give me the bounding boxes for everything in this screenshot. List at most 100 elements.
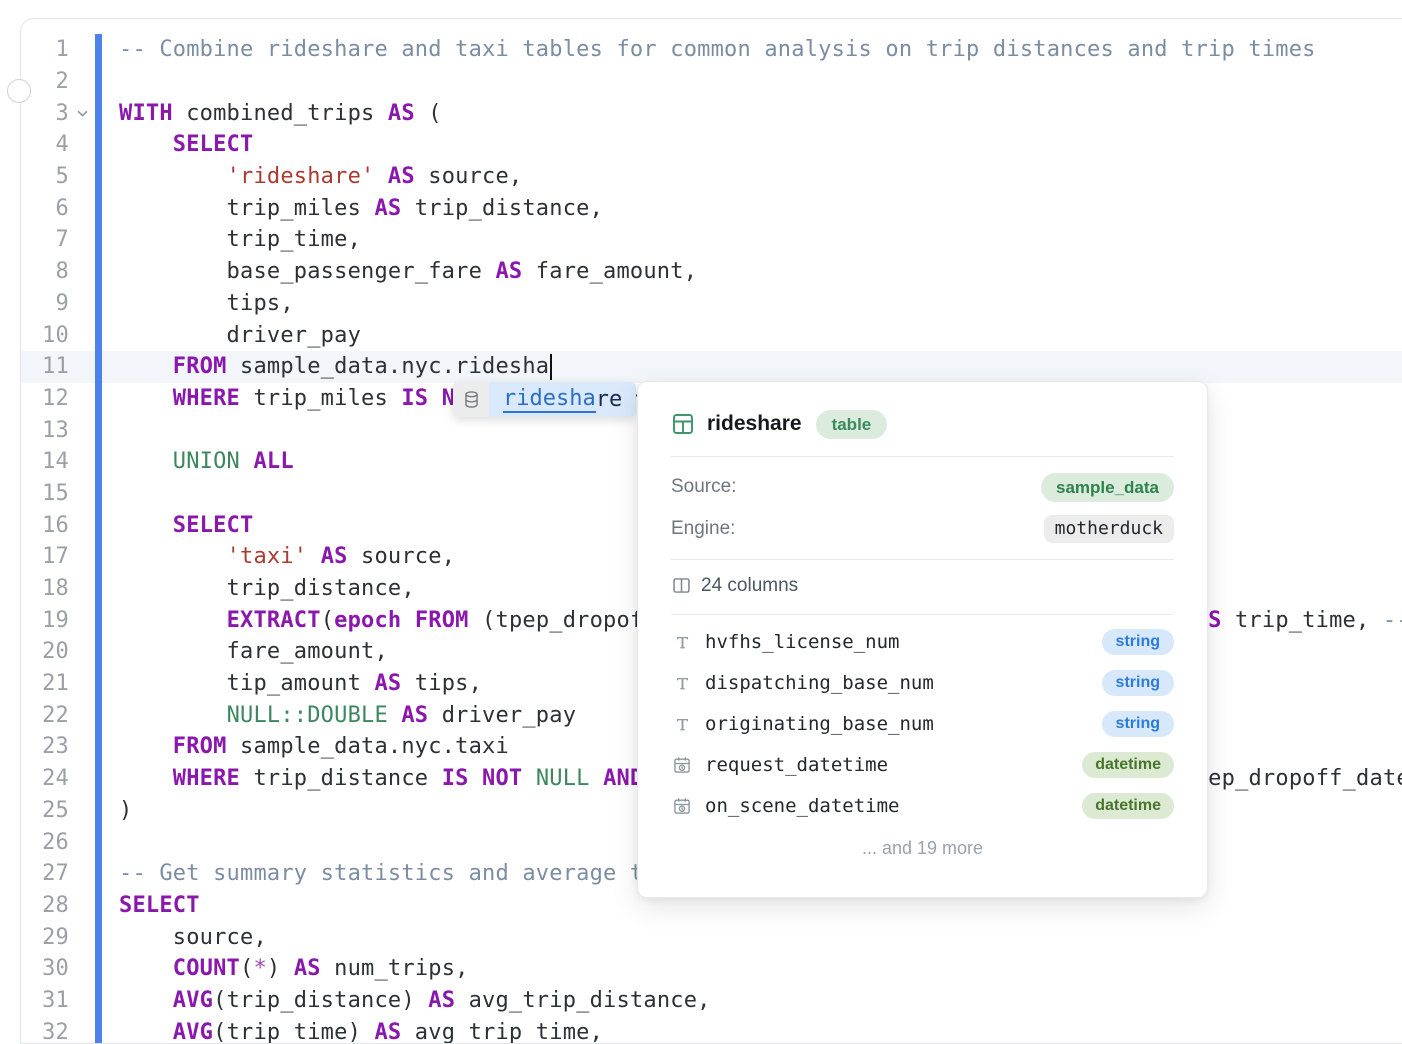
line-number: 2 (21, 69, 69, 94)
line-number: 21 (21, 671, 69, 696)
line-number: 24 (21, 766, 69, 791)
line-number: 7 (21, 227, 69, 252)
token-kw: FROM (415, 608, 469, 633)
line-number: 14 (21, 449, 69, 474)
code-text: SELECT (95, 132, 253, 157)
line-number: 10 (21, 323, 69, 348)
column-name: originating_base_num (705, 713, 934, 735)
line-number: 27 (21, 861, 69, 886)
token-id (119, 164, 227, 189)
token-id: combined_trips (173, 101, 388, 126)
code-text: SELECT (95, 513, 253, 538)
code-text: FROM sample_data.nyc.taxi (95, 734, 509, 759)
token-kw: IS (401, 386, 428, 411)
line-number: 19 (21, 608, 69, 633)
code-line[interactable]: 7 trip_time, (21, 224, 1402, 256)
token-id: ( (415, 101, 442, 126)
token-str: 'rideshare' (227, 164, 375, 189)
code-line[interactable]: 29 source, (21, 921, 1402, 953)
column-name: hvfhs_license_num (705, 631, 899, 653)
string-type-icon (671, 633, 693, 652)
line-number: 29 (21, 925, 69, 950)
token-id: ( (321, 608, 334, 633)
autocomplete-rest-text: re (596, 387, 623, 412)
line-number: 1 (21, 37, 69, 62)
token-com: -- Combine rideshare and taxi tables for… (119, 37, 1316, 62)
code-line[interactable]: 31 AVG(trip_distance) AS avg_trip_distan… (21, 985, 1402, 1017)
fold-chevron-icon[interactable] (69, 108, 95, 119)
line-number: 8 (21, 259, 69, 284)
token-id: trip_miles (119, 196, 374, 221)
code-line[interactable]: 5 'rideshare' AS source, (21, 161, 1402, 193)
token-green: NULL::DOUBLE (227, 703, 388, 728)
token-kw: AS (374, 1020, 401, 1043)
token-id: source, (348, 544, 456, 569)
code-line[interactable]: 1 -- Combine rideshare and taxi tables fo… (21, 34, 1402, 66)
token-kw: AS (374, 196, 401, 221)
column-type-badge: datetime (1082, 793, 1174, 819)
line-number: 5 (21, 164, 69, 189)
token-id: (trip_distance) (213, 988, 428, 1013)
column-row: originating_base_num string (671, 710, 1174, 738)
code-text: NULL::DOUBLE AS driver_pay (95, 703, 576, 728)
token-id: trip_distance, (119, 576, 415, 601)
table-name: rideshare (707, 412, 802, 436)
code-line[interactable]: 10 driver_pay (21, 319, 1402, 351)
token-id: tips, (401, 671, 482, 696)
token-id (119, 766, 173, 791)
token-id: trip_distance, (401, 196, 603, 221)
token-id (119, 1020, 173, 1043)
column-type-badge: string (1102, 711, 1174, 737)
code-text: 'taxi' AS source, (95, 544, 455, 569)
line-number: 25 (21, 798, 69, 823)
line-number: 4 (21, 132, 69, 157)
code-line[interactable]: 32 AVG(trip_time) AS avg_trip_time, (21, 1016, 1402, 1043)
code-text: trip_time, (95, 227, 361, 252)
token-id: fare_amount, (119, 639, 388, 664)
code-line[interactable]: 8 base_passenger_fare AS fare_amount, (21, 256, 1402, 288)
token-kw: AS (388, 101, 415, 126)
more-columns-label: ... and 19 more (671, 838, 1174, 859)
code-text: COUNT(*) AS num_trips, (95, 956, 469, 981)
token-id (119, 544, 227, 569)
code-line[interactable]: 4 SELECT (21, 129, 1402, 161)
token-id (428, 386, 441, 411)
divider (671, 559, 1174, 560)
field-row-source: Source:sample_data (671, 473, 1174, 501)
token-kw: AS (428, 988, 455, 1013)
column-row: on_scene_datetimedatetime (671, 792, 1174, 820)
token-id: avg_trip_time, (401, 1020, 603, 1043)
datetime-type-icon (671, 755, 693, 775)
code-text: AVG(trip_time) AS avg_trip_time, (95, 1020, 603, 1043)
token-green: UNION (173, 449, 240, 474)
token-id (522, 766, 535, 791)
token-id: sample_data.nyc.ridesha (227, 354, 550, 379)
line-number: 12 (21, 386, 69, 411)
field-label: Source: (671, 476, 736, 498)
code-line[interactable]: 3WITH combined_trips AS ( (21, 97, 1402, 129)
line-number: 3 (21, 101, 69, 126)
text-cursor (550, 354, 552, 380)
token-kw: COUNT (173, 956, 240, 981)
token-id: trip_time, (119, 227, 361, 252)
code-text: trip_distance, (95, 576, 415, 601)
token-id: avg_trip_distance, (455, 988, 710, 1013)
autocomplete-matched-text: ridesha (503, 386, 596, 413)
code-line[interactable]: 11 FROM sample_data.nyc.ridesha (21, 351, 1402, 383)
code-line[interactable]: 2 (21, 66, 1402, 98)
code-line[interactable]: 30 COUNT(*) AS num_trips, (21, 953, 1402, 985)
token-id: trip_miles (240, 386, 401, 411)
column-row: hvfhs_license_numstring (671, 628, 1174, 656)
token-id: driver_pay (428, 703, 576, 728)
code-line[interactable]: 6 trip_miles AS trip_distance, (21, 192, 1402, 224)
token-kw: WHERE (173, 766, 240, 791)
token-kw: AS (388, 164, 415, 189)
autocomplete-option-rideshare[interactable]: rideshare (453, 382, 636, 417)
field-value-badge: motherduck (1044, 515, 1174, 543)
token-id (469, 766, 482, 791)
code-line[interactable]: 9 tips, (21, 288, 1402, 320)
line-number: 26 (21, 830, 69, 855)
token-id (119, 956, 173, 981)
token-id (119, 608, 227, 633)
line-number: 6 (21, 196, 69, 221)
